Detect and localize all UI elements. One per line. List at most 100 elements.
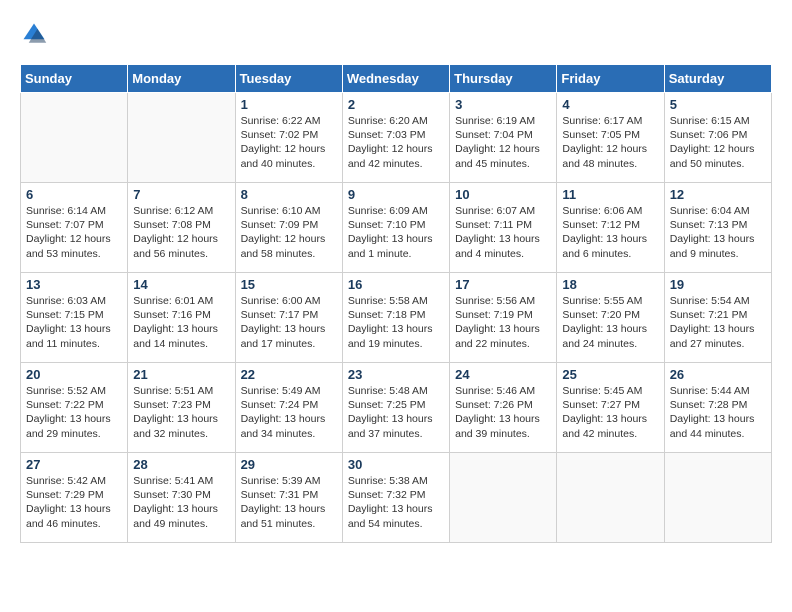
- calendar-cell: 20 Sunrise: 5:52 AM Sunset: 7:22 PM Dayli…: [21, 363, 128, 453]
- week-row-3: 20 Sunrise: 5:52 AM Sunset: 7:22 PM Dayli…: [21, 363, 772, 453]
- calendar-cell: 23 Sunrise: 5:48 AM Sunset: 7:25 PM Dayli…: [342, 363, 449, 453]
- day-info: Sunrise: 5:55 AM Sunset: 7:20 PM Dayligh…: [562, 294, 658, 351]
- weekday-header-friday: Friday: [557, 65, 664, 93]
- day-info: Sunrise: 6:20 AM Sunset: 7:03 PM Dayligh…: [348, 114, 444, 171]
- calendar-cell: 4 Sunrise: 6:17 AM Sunset: 7:05 PM Daylig…: [557, 93, 664, 183]
- calendar-cell: 13 Sunrise: 6:03 AM Sunset: 7:15 PM Dayli…: [21, 273, 128, 363]
- day-info: Sunrise: 5:41 AM Sunset: 7:30 PM Dayligh…: [133, 474, 229, 531]
- day-number: 13: [26, 277, 122, 292]
- calendar-cell: 26Sunrise: 5:44 AM Sunset: 7:28 PM Dayli…: [664, 363, 771, 453]
- day-number: 4: [562, 97, 658, 112]
- day-info: Sunrise: 6:22 AM Sunset: 7:02 PM Dayligh…: [241, 114, 337, 171]
- day-number: 29: [241, 457, 337, 472]
- calendar-cell: 6 Sunrise: 6:14 AM Sunset: 7:07 PM Daylig…: [21, 183, 128, 273]
- day-number: 11: [562, 187, 658, 202]
- week-row-0: 1 Sunrise: 6:22 AM Sunset: 7:02 PM Daylig…: [21, 93, 772, 183]
- day-number: 26: [670, 367, 766, 382]
- calendar-cell: 30 Sunrise: 5:38 AM Sunset: 7:32 PM Dayli…: [342, 453, 449, 543]
- calendar-cell: 9 Sunrise: 6:09 AM Sunset: 7:10 PM Daylig…: [342, 183, 449, 273]
- calendar-cell: 19Sunrise: 5:54 AM Sunset: 7:21 PM Dayli…: [664, 273, 771, 363]
- calendar-cell: 27 Sunrise: 5:42 AM Sunset: 7:29 PM Dayli…: [21, 453, 128, 543]
- day-number: 18: [562, 277, 658, 292]
- day-info: Sunrise: 6:04 AM Sunset: 7:13 PM Dayligh…: [670, 204, 766, 261]
- logo-icon: [20, 20, 48, 48]
- week-row-2: 13 Sunrise: 6:03 AM Sunset: 7:15 PM Dayli…: [21, 273, 772, 363]
- day-number: 14: [133, 277, 229, 292]
- day-info: Sunrise: 6:09 AM Sunset: 7:10 PM Dayligh…: [348, 204, 444, 261]
- calendar-cell: 10 Sunrise: 6:07 AM Sunset: 7:11 PM Dayli…: [450, 183, 557, 273]
- day-number: 23: [348, 367, 444, 382]
- calendar-cell: 12 Sunrise: 6:04 AM Sunset: 7:13 PM Dayli…: [664, 183, 771, 273]
- day-info: Sunrise: 5:42 AM Sunset: 7:29 PM Dayligh…: [26, 474, 122, 531]
- day-info: Sunrise: 6:06 AM Sunset: 7:12 PM Dayligh…: [562, 204, 658, 261]
- calendar-cell: 28 Sunrise: 5:41 AM Sunset: 7:30 PM Dayli…: [128, 453, 235, 543]
- day-info: Sunrise: 6:07 AM Sunset: 7:11 PM Dayligh…: [455, 204, 551, 261]
- calendar-cell: 3Sunrise: 6:19 AM Sunset: 7:04 PM Daylig…: [450, 93, 557, 183]
- weekday-header-thursday: Thursday: [450, 65, 557, 93]
- day-number: 28: [133, 457, 229, 472]
- day-info: Sunrise: 5:38 AM Sunset: 7:32 PM Dayligh…: [348, 474, 444, 531]
- calendar-cell: 17 Sunrise: 5:56 AM Sunset: 7:19 PM Dayli…: [450, 273, 557, 363]
- day-info: Sunrise: 5:45 AM Sunset: 7:27 PM Dayligh…: [562, 384, 658, 441]
- day-info: Sunrise: 5:51 AM Sunset: 7:23 PM Dayligh…: [133, 384, 229, 441]
- day-number: 24: [455, 367, 551, 382]
- day-number: 10: [455, 187, 551, 202]
- week-row-4: 27 Sunrise: 5:42 AM Sunset: 7:29 PM Dayli…: [21, 453, 772, 543]
- day-info: Sunrise: 5:58 AM Sunset: 7:18 PM Dayligh…: [348, 294, 444, 351]
- calendar-cell: [128, 93, 235, 183]
- day-number: 1: [241, 97, 337, 112]
- weekday-header-saturday: Saturday: [664, 65, 771, 93]
- calendar-cell: [450, 453, 557, 543]
- weekday-header-wednesday: Wednesday: [342, 65, 449, 93]
- calendar-cell: 2 Sunrise: 6:20 AM Sunset: 7:03 PM Daylig…: [342, 93, 449, 183]
- day-number: 15: [241, 277, 337, 292]
- weekday-header-monday: Monday: [128, 65, 235, 93]
- day-number: 9: [348, 187, 444, 202]
- day-info: Sunrise: 5:56 AM Sunset: 7:19 PM Dayligh…: [455, 294, 551, 351]
- day-info: Sunrise: 5:48 AM Sunset: 7:25 PM Dayligh…: [348, 384, 444, 441]
- day-number: 19: [670, 277, 766, 292]
- day-number: 20: [26, 367, 122, 382]
- day-number: 25: [562, 367, 658, 382]
- calendar-cell: 22 Sunrise: 5:49 AM Sunset: 7:24 PM Dayli…: [235, 363, 342, 453]
- day-number: 22: [241, 367, 337, 382]
- day-number: 2: [348, 97, 444, 112]
- day-number: 17: [455, 277, 551, 292]
- day-info: Sunrise: 5:39 AM Sunset: 7:31 PM Dayligh…: [241, 474, 337, 531]
- day-number: 8: [241, 187, 337, 202]
- weekday-header-sunday: Sunday: [21, 65, 128, 93]
- calendar-cell: 5Sunrise: 6:15 AM Sunset: 7:06 PM Daylig…: [664, 93, 771, 183]
- day-number: 27: [26, 457, 122, 472]
- day-info: Sunrise: 6:03 AM Sunset: 7:15 PM Dayligh…: [26, 294, 122, 351]
- day-info: Sunrise: 6:14 AM Sunset: 7:07 PM Dayligh…: [26, 204, 122, 261]
- weekday-header-row: SundayMondayTuesdayWednesdayThursdayFrid…: [21, 65, 772, 93]
- day-info: Sunrise: 5:49 AM Sunset: 7:24 PM Dayligh…: [241, 384, 337, 441]
- day-info: Sunrise: 6:17 AM Sunset: 7:05 PM Dayligh…: [562, 114, 658, 171]
- day-number: 16: [348, 277, 444, 292]
- logo: [20, 20, 52, 48]
- calendar-cell: 8 Sunrise: 6:10 AM Sunset: 7:09 PM Daylig…: [235, 183, 342, 273]
- calendar-cell: [21, 93, 128, 183]
- calendar-cell: 18 Sunrise: 5:55 AM Sunset: 7:20 PM Dayli…: [557, 273, 664, 363]
- day-number: 6: [26, 187, 122, 202]
- week-row-1: 6 Sunrise: 6:14 AM Sunset: 7:07 PM Daylig…: [21, 183, 772, 273]
- day-info: Sunrise: 6:15 AM Sunset: 7:06 PM Dayligh…: [670, 114, 766, 171]
- calendar-cell: 29 Sunrise: 5:39 AM Sunset: 7:31 PM Dayli…: [235, 453, 342, 543]
- calendar-cell: 7 Sunrise: 6:12 AM Sunset: 7:08 PM Daylig…: [128, 183, 235, 273]
- day-info: Sunrise: 5:52 AM Sunset: 7:22 PM Dayligh…: [26, 384, 122, 441]
- day-info: Sunrise: 6:12 AM Sunset: 7:08 PM Dayligh…: [133, 204, 229, 261]
- day-number: 7: [133, 187, 229, 202]
- calendar-cell: [557, 453, 664, 543]
- day-info: Sunrise: 6:01 AM Sunset: 7:16 PM Dayligh…: [133, 294, 229, 351]
- calendar-cell: 24Sunrise: 5:46 AM Sunset: 7:26 PM Dayli…: [450, 363, 557, 453]
- page-header: [20, 20, 772, 48]
- calendar-cell: 15 Sunrise: 6:00 AM Sunset: 7:17 PM Dayli…: [235, 273, 342, 363]
- day-number: 30: [348, 457, 444, 472]
- weekday-header-tuesday: Tuesday: [235, 65, 342, 93]
- calendar-cell: 25 Sunrise: 5:45 AM Sunset: 7:27 PM Dayli…: [557, 363, 664, 453]
- day-info: Sunrise: 6:00 AM Sunset: 7:17 PM Dayligh…: [241, 294, 337, 351]
- day-info: Sunrise: 6:10 AM Sunset: 7:09 PM Dayligh…: [241, 204, 337, 261]
- calendar-cell: 11 Sunrise: 6:06 AM Sunset: 7:12 PM Dayli…: [557, 183, 664, 273]
- day-number: 12: [670, 187, 766, 202]
- calendar-cell: 21Sunrise: 5:51 AM Sunset: 7:23 PM Dayli…: [128, 363, 235, 453]
